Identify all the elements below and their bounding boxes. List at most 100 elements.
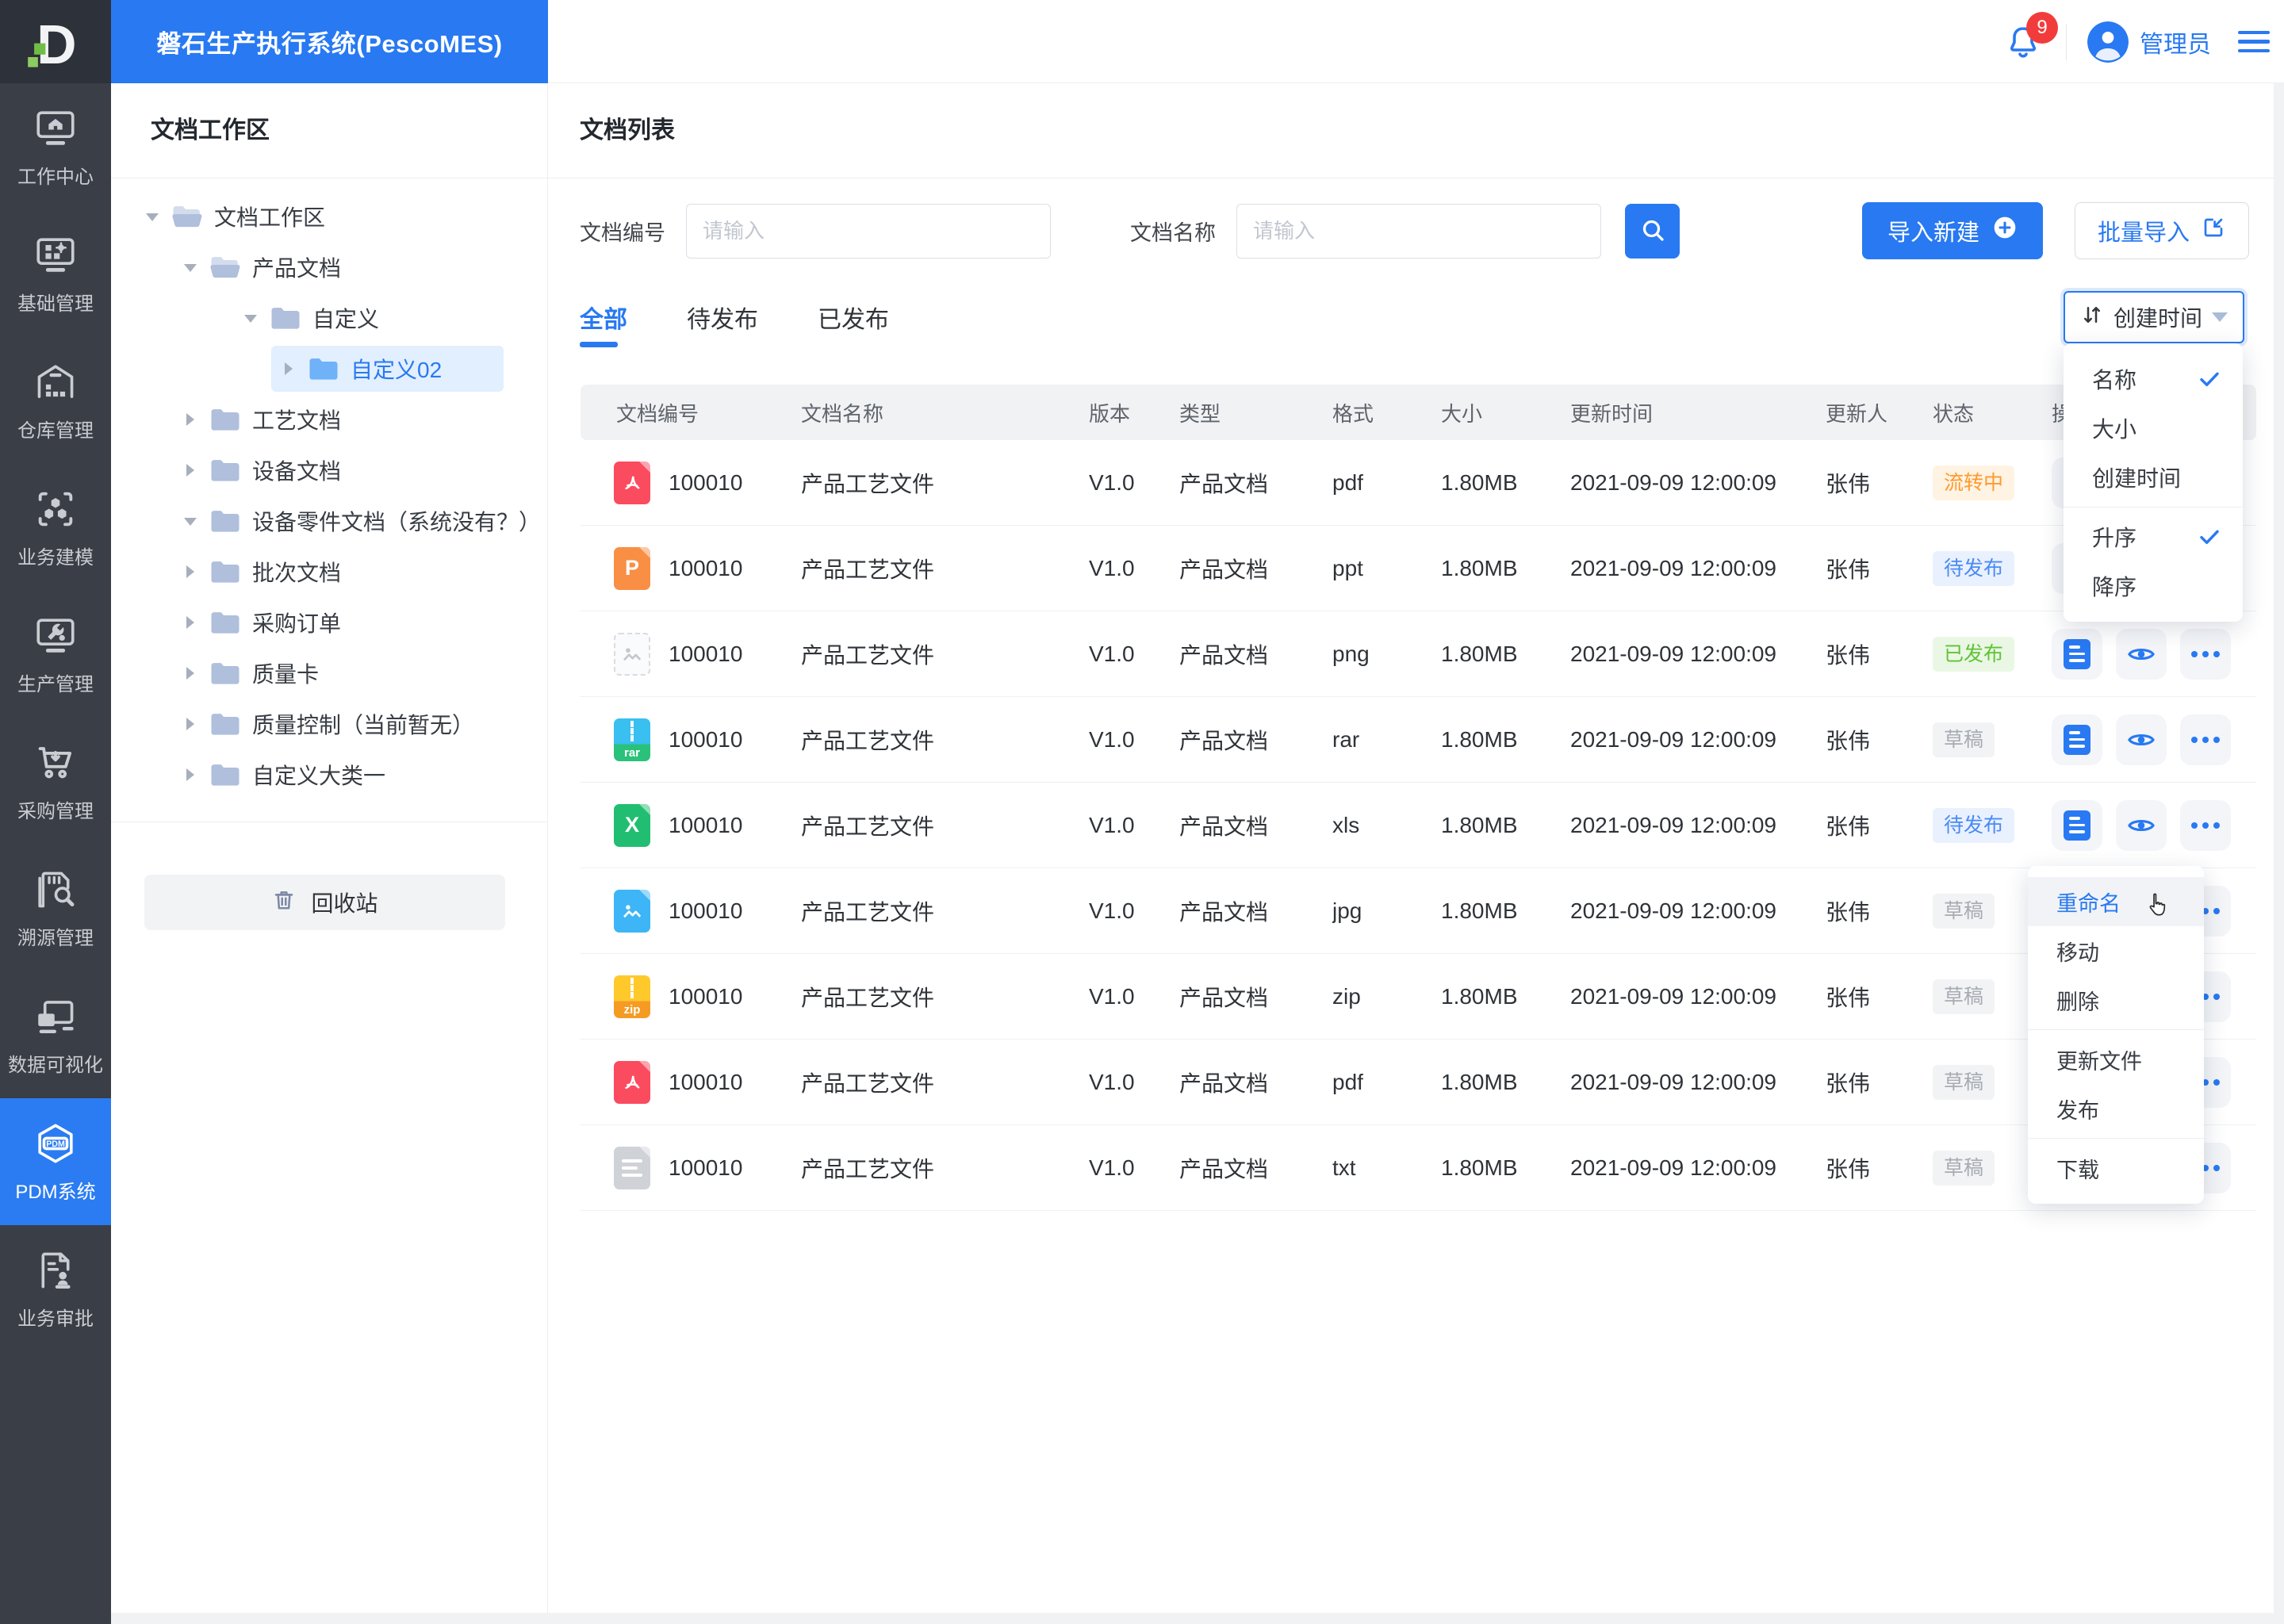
doc-number: 100010	[669, 726, 743, 752]
tree-node-label: 质量卡	[252, 662, 320, 687]
more-icon	[2191, 650, 2220, 657]
chevron-down-icon	[244, 312, 257, 324]
doc-name-input[interactable]	[1236, 203, 1601, 259]
column-header: 文档名称	[801, 401, 884, 426]
warehouse-icon	[33, 359, 79, 405]
folder-icon	[209, 660, 241, 687]
tree-node-label: 产品文档	[252, 256, 342, 281]
app-logo[interactable]: D	[0, 0, 111, 83]
recycle-bin-button[interactable]: 回收站	[144, 875, 505, 930]
sort-button[interactable]: 创建时间	[2064, 291, 2244, 343]
context-menu-item-0-0[interactable]: 重命名	[2028, 877, 2204, 926]
vertical-scrollbar[interactable]	[2274, 83, 2284, 1624]
sort-field-2[interactable]: 创建时间	[2064, 453, 2243, 502]
row-action-preview-button[interactable]	[2116, 628, 2167, 680]
row-action-detail-button[interactable]	[2052, 714, 2102, 765]
svg-text:D: D	[36, 13, 76, 71]
sidebar-item-label: PDM系统	[15, 1181, 96, 1203]
tree-node-4[interactable]: 工艺文档	[111, 394, 547, 445]
tab-0[interactable]: 全部	[580, 285, 627, 349]
row-action-preview-button[interactable]	[2116, 714, 2167, 765]
row-action-preview-button[interactable]	[2116, 799, 2167, 851]
chevron-right-icon	[184, 718, 197, 730]
user-name[interactable]: 管理员	[2140, 25, 2211, 59]
batch-import-button[interactable]: 批量导入	[2074, 202, 2249, 259]
row-action-more-button[interactable]	[2180, 714, 2231, 765]
tree-node-10[interactable]: 质量控制（当前暂无）	[111, 699, 547, 749]
tree-node-label: 自定义02	[351, 358, 443, 382]
sidebar-item-base-management[interactable]: 基础管理	[0, 210, 111, 337]
tree-node-8[interactable]: 采购订单	[111, 597, 547, 648]
sidebar-item-production-management[interactable]: 生产管理	[0, 591, 111, 718]
menu-item-label: 升序	[2092, 526, 2137, 550]
table-row: zip 100010 产品工艺文件 V1.0 产品文档 zip 1.80MB 2021-09-…	[581, 954, 2256, 1040]
context-menu-item-1-0[interactable]: 更新文件	[2028, 1035, 2204, 1084]
folder-icon	[209, 609, 241, 636]
doc-type: 产品文档	[1179, 985, 1269, 1010]
sort-order-0[interactable]: 升序	[2064, 512, 2243, 561]
doc-type: 产品文档	[1179, 471, 1269, 496]
doc-no-input[interactable]	[686, 203, 1051, 259]
tree-node-11[interactable]: 自定义大类一	[111, 749, 547, 800]
menu-item-label: 创建时间	[2092, 466, 2182, 491]
doc-updater: 张伟	[1826, 471, 1871, 496]
document-icon	[2064, 810, 2090, 841]
avatar[interactable]	[2087, 21, 2129, 63]
base-management-icon	[33, 232, 79, 278]
sort-order-1[interactable]: 降序	[2064, 561, 2243, 611]
import-new-button[interactable]: 导入新建	[1861, 202, 2043, 259]
file-type-icon	[614, 632, 650, 676]
tree-node-6[interactable]: 设备零件文档（系统没有？）	[111, 496, 547, 546]
import-icon	[2201, 215, 2226, 247]
doc-name: 产品工艺文件	[801, 814, 935, 839]
sidebar-item-data-visualization[interactable]: 数据可视化	[0, 971, 111, 1098]
sidebar-item-trace-management[interactable]: 溯源管理	[0, 845, 111, 971]
tree-node-3[interactable]: 自定义02	[111, 343, 547, 394]
search-button[interactable]	[1625, 203, 1680, 259]
row-action-detail-button[interactable]	[2052, 799, 2102, 851]
tab-1[interactable]: 待发布	[687, 285, 758, 349]
tree-node-9[interactable]: 质量卡	[111, 648, 547, 699]
doc-updater: 张伟	[1826, 1156, 1871, 1182]
sidebar-item-business-modeling[interactable]: 业务建模	[0, 464, 111, 591]
doc-updated-time: 2021-09-09 12:00:09	[1570, 1155, 1776, 1180]
chevron-right-icon	[184, 768, 197, 781]
sort-field-1[interactable]: 大小	[2064, 404, 2243, 453]
import-new-label: 导入新建	[1887, 220, 1979, 246]
file-type-icon: P	[614, 546, 650, 590]
tree-node-0[interactable]: 文档工作区	[111, 191, 547, 242]
menu-icon[interactable]	[2238, 30, 2270, 53]
row-action-more-button[interactable]	[2180, 628, 2231, 680]
tree-node-5[interactable]: 设备文档	[111, 445, 547, 496]
row-action-more-button[interactable]	[2180, 799, 2231, 851]
sort-field-0[interactable]: 名称	[2064, 354, 2243, 404]
context-menu-item-2-0[interactable]: 下载	[2028, 1143, 2204, 1193]
tab-2[interactable]: 已发布	[818, 285, 889, 349]
status-badge: 已发布	[1933, 636, 2015, 672]
sidebar-item-work-center[interactable]: 工作中心	[0, 83, 111, 210]
context-menu-item-0-1[interactable]: 移动	[2028, 926, 2204, 975]
row-action-detail-button[interactable]	[2052, 628, 2102, 680]
folder-icon	[209, 558, 241, 585]
sidebar-item-purchase-management[interactable]: 采购管理	[0, 718, 111, 845]
doc-version: V1.0	[1089, 1069, 1135, 1094]
tree-node-7[interactable]: 批次文档	[111, 546, 547, 597]
doc-updated-time: 2021-09-09 12:00:09	[1570, 983, 1776, 1009]
sort-field-group: 名称 大小创建时间	[2064, 350, 2243, 507]
status-badge: 草稿	[1933, 722, 1995, 757]
context-menu-item-0-2[interactable]: 删除	[2028, 975, 2204, 1025]
doc-version: V1.0	[1089, 555, 1135, 580]
sidebar-item-pdm-system[interactable]: PDM PDM系统	[0, 1098, 111, 1225]
chevron-down-icon	[184, 515, 197, 527]
notifications-button[interactable]: 9	[2004, 11, 2058, 63]
tree-node-1[interactable]: 产品文档	[111, 242, 547, 293]
sidebar-item-warehouse-management[interactable]: 仓库管理	[0, 337, 111, 464]
column-header: 文档编号	[616, 401, 699, 426]
chevron-down-icon	[2212, 312, 2228, 322]
horizontal-scrollbar[interactable]	[111, 1613, 2284, 1624]
doc-name-label: 文档名称	[1130, 220, 1216, 245]
context-menu-item-1-1[interactable]: 发布	[2028, 1084, 2204, 1133]
tree-node-2[interactable]: 自定义	[111, 293, 547, 343]
sidebar-item-business-approval[interactable]: 业务审批	[0, 1225, 111, 1352]
doc-format: txt	[1332, 1155, 1356, 1180]
